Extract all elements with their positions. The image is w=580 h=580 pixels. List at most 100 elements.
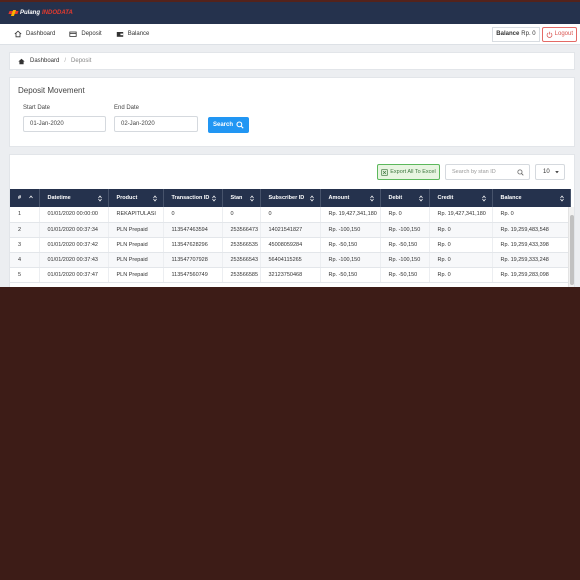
table-row[interactable]: 1 01/01/2020 00:00:00 REKAPITULASI 0 0 0 Rp. 1… [10,207,571,223]
table-cell: 01/01/2020 00:37:47 [39,267,109,283]
table-cell: 1 [10,207,40,223]
breadcrumb: Dashboard / Deposit [9,52,575,70]
table-cell: Rp. 19,427,341,180 [429,207,493,223]
table-cell: Rp. 0 [429,222,493,238]
table-cell: 113547463594 [163,222,223,238]
table-cell: 113547707928 [163,252,223,268]
main-nav: Dashboard Deposit Balance Balance Rp. 0 … [0,24,580,45]
table-cell: Rp. 19,259,283,098 [492,267,571,283]
table-row[interactable]: 4 01/01/2020 00:37:43 PLN Prepaid 113547707… [10,252,571,268]
sort-icon [211,195,216,202]
table-cell: PLN Prepaid [108,252,164,268]
sort-icon [249,195,254,202]
table-cell: 45008059284 [260,237,321,253]
column-header-debit[interactable]: Debit [380,189,430,207]
stan-search-input[interactable]: Search by stan ID [445,164,530,180]
table-cell: Rp. -50,150 [320,237,381,253]
breadcrumb-separator: / [64,58,67,64]
table-cell: Rp. 19,427,341,180 [320,207,381,223]
page-size-value: 10 [543,169,550,175]
table-cell: 01/01/2020 00:37:34 [39,222,109,238]
column-header-label: Amount [328,195,350,201]
end-date-input[interactable]: 02-Jan-2020 [114,116,198,132]
table-cell: 5 [10,267,40,283]
table-cell: 01/01/2020 00:37:42 [39,237,109,253]
table-cell: Rp. -50,150 [380,267,430,283]
column-header-stan[interactable]: Stan [222,189,261,207]
table-row[interactable]: 5 01/01/2020 00:37:47 PLN Prepaid 113547560… [10,267,571,283]
table-cell: Rp. 19,259,433,398 [492,237,571,253]
card-icon [69,31,77,37]
table-cell: 253566535 [222,237,261,253]
column-header-amount[interactable]: Amount [320,189,381,207]
table-cell: 253566585 [222,267,261,283]
table-cell: Rp. 0 [429,267,493,283]
table-cell: Rp. -50,150 [320,267,381,283]
sort-icon [559,195,564,202]
table-scrollbar[interactable] [568,207,574,287]
table-cell: 253566543 [222,252,261,268]
table-header-row: # Datetime Product Transaction ID Stan Subscr… [10,189,571,207]
table-cell: 14021541827 [260,222,321,238]
table-cell: Rp. -100,150 [380,252,430,268]
logo-mark-icon [9,10,18,16]
scrollbar-thumb[interactable] [570,215,574,285]
sort-icon [369,195,374,202]
column-header-label: Stan [230,195,243,201]
brand-logo[interactable]: Pulang INDODATA [9,10,73,16]
breadcrumb-dashboard-link[interactable]: Dashboard [30,58,59,64]
column-header-datetime[interactable]: Datetime [39,189,109,207]
table-cell: 3 [10,237,40,253]
table-cell: 0 [260,207,321,223]
table-cell: Rp. 19,259,483,548 [492,222,571,238]
nav-item-dashboard[interactable]: Dashboard [14,30,55,38]
nav-label-dashboard: Dashboard [26,31,56,37]
table-header: # Datetime Product Transaction ID Stan Subscr… [10,189,571,207]
filter-card: Deposit Movement Start Date 01-Jan-2020 … [9,77,575,147]
home-icon [18,58,25,64]
column-header-label: Credit [437,195,454,201]
column-header-label: Subscriber ID [268,195,305,201]
table-row[interactable]: 3 01/01/2020 00:37:42 PLN Prepaid 113547628… [10,237,571,253]
column-header-product[interactable]: Product [108,189,164,207]
nav-item-deposit[interactable]: Deposit [69,30,102,38]
nav-label-balance: Balance [127,31,150,37]
table-cell: Rp. 0 [492,207,571,223]
sort-icon [481,195,486,202]
logout-label: Logout [554,31,573,37]
page-title: Deposit Movement [18,86,85,95]
table-cell: Rp. -100,150 [320,222,381,238]
column-header-subscriber-id[interactable]: Subscriber ID [260,189,321,207]
table-cell: 01/01/2020 00:00:00 [39,207,109,223]
column-header-transaction-id[interactable]: Transaction ID [163,189,223,207]
table-cell: Rp. -50,150 [380,237,430,253]
table-cell: PLN Prepaid [108,267,164,283]
search-button[interactable]: Search [208,117,249,133]
table-cell: PLN Prepaid [108,222,164,238]
logout-button[interactable]: Logout [541,26,577,42]
table-cell: 253566473 [222,222,261,238]
column-header-label: Product [116,195,138,201]
table-cell: 4 [10,252,40,268]
table-cell: Rp. 0 [429,237,493,253]
column-header-credit[interactable]: Credit [429,189,493,207]
table-cell: Rp. -100,150 [380,222,430,238]
table-cell: 56404115265 [260,252,321,268]
export-excel-button[interactable]: Export All To Excel [377,164,440,180]
start-date-label: Start Date [23,105,51,111]
brand-name-part1: Pulang [20,10,41,16]
column-header-index[interactable]: # [10,189,40,207]
table-cell: 2 [10,222,40,238]
table-row[interactable]: 2 01/01/2020 00:37:34 PLN Prepaid 113547463… [10,222,571,238]
search-icon [236,121,244,129]
start-date-input[interactable]: 01-Jan-2020 [23,116,106,132]
column-header-label: # [18,195,22,201]
column-header-label: Debit [388,195,403,201]
top-bar: Pulang INDODATA [0,2,580,24]
wallet-icon [116,32,123,37]
nav-item-balance[interactable]: Balance [116,30,150,38]
page-size-select[interactable]: 10 [535,164,565,180]
sort-icon [309,195,314,202]
column-header-balance[interactable]: Balance [492,189,571,207]
column-header-label: Balance [500,195,522,201]
